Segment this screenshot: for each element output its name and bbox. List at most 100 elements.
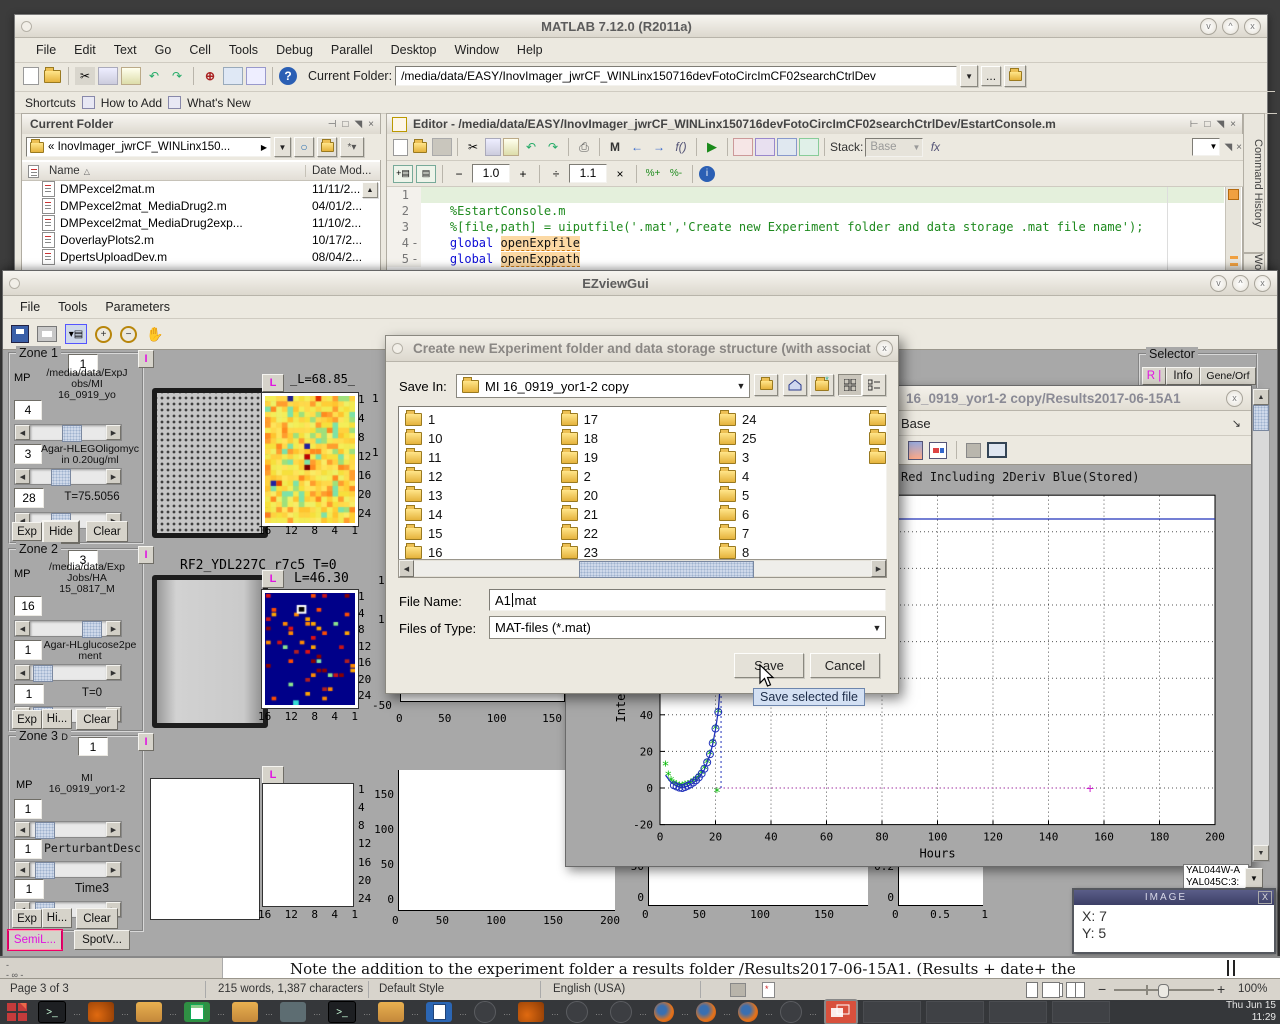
ez-titlebar[interactable]: EZviewGui v ^ x: [3, 271, 1277, 296]
copy-icon[interactable]: [98, 67, 118, 85]
zone1-media-slider[interactable]: ◀▶: [14, 468, 122, 485]
taskbar-icon-folder[interactable]: [232, 1002, 258, 1022]
pan-hand-icon[interactable]: ✋: [145, 325, 165, 343]
ez-menu-item[interactable]: File: [11, 298, 49, 316]
home-icon[interactable]: [783, 374, 807, 396]
selector-info-button[interactable]: Info: [1166, 367, 1200, 385]
step-icon[interactable]: [755, 138, 775, 156]
file-row[interactable]: DMPexcel2mat.m 11/11/2...: [22, 180, 380, 197]
zone1-hide-button[interactable]: Hide: [42, 520, 80, 544]
maximize-icon[interactable]: ^: [1222, 18, 1239, 35]
scroll-up-icon[interactable]: ▲: [1253, 389, 1269, 405]
selector-r-button[interactable]: R |: [1142, 367, 1166, 385]
gene-list-dropdown-icon[interactable]: ▼: [1245, 868, 1263, 888]
cell-icon[interactable]: ▤: [416, 165, 436, 183]
fx-insert-icon[interactable]: fx: [925, 138, 945, 156]
multi-page-view-icon[interactable]: [1042, 982, 1060, 998]
zone1-clear-button[interactable]: Clear: [86, 521, 128, 542]
resize-corner-icon[interactable]: ↘: [1232, 417, 1251, 430]
file-row[interactable]: DpertsUploadDev.m 08/04/2...: [22, 248, 380, 265]
gene-list-item[interactable]: YAL044W-A: [1186, 865, 1248, 877]
help-icon[interactable]: ?: [279, 67, 297, 85]
zoom-in-icon[interactable]: +: [1217, 981, 1225, 997]
redo-icon[interactable]: ↷: [543, 138, 563, 156]
up-folder-icon[interactable]: [1004, 65, 1026, 87]
matlab-menu-item[interactable]: Window: [445, 41, 507, 59]
grid-view-icon-active[interactable]: [838, 374, 862, 396]
taskbar-icon-sheet[interactable]: [184, 1002, 210, 1022]
path-dropdown-icon[interactable]: ▼: [960, 65, 978, 87]
breadcrumb-dropdown-icon[interactable]: ▼: [274, 137, 291, 157]
increase-icon[interactable]: +: [513, 165, 533, 183]
maximize-panel-icon[interactable]: □: [342, 119, 348, 130]
zone2-hide-button[interactable]: Hi...: [42, 709, 72, 729]
window-menu-icon[interactable]: [9, 278, 20, 289]
info-icon[interactable]: i: [699, 166, 715, 182]
up-one-level-icon[interactable]: [754, 374, 778, 396]
taskbar-icon-firefox[interactable]: [696, 1002, 716, 1022]
zone3-media-value[interactable]: 1: [14, 839, 42, 859]
document-text[interactable]: Note the addition to the experiment fold…: [290, 960, 1076, 978]
current-folder-path-input[interactable]: /media/data/EASY/InovImager_jwrCF_WINLin…: [395, 66, 957, 86]
simulink-icon[interactable]: ⊕: [200, 67, 220, 85]
copy-icon[interactable]: [485, 138, 501, 156]
cell-mode-combo[interactable]: ▼: [1192, 138, 1220, 156]
insert-cell-icon[interactable]: +▤: [393, 165, 413, 183]
shortcut-icon[interactable]: [82, 96, 95, 109]
zone3-l-button[interactable]: L: [262, 766, 284, 784]
print-icon[interactable]: [37, 326, 57, 342]
taskbar-icon-circle[interactable]: [780, 1001, 802, 1023]
new-file-icon[interactable]: [23, 67, 39, 85]
zoom-out-icon[interactable]: −: [1098, 981, 1106, 997]
folder-item-partial[interactable]: [869, 448, 886, 467]
multiply-icon[interactable]: ×: [610, 165, 630, 183]
folder-item[interactable]: 6: [719, 505, 869, 524]
zone3-clear-button[interactable]: Clear: [76, 908, 118, 929]
gear-icon[interactable]: *▾: [340, 137, 364, 157]
cut-icon[interactable]: ✂: [463, 138, 483, 156]
folder-item[interactable]: 12: [405, 467, 555, 486]
selector-gene-orf-button[interactable]: Gene/Orf: [1200, 367, 1256, 385]
taskbar-icon-matlab[interactable]: [88, 1002, 114, 1022]
taskbar-empty-slot[interactable]: [926, 1001, 984, 1023]
folder-item-partial[interactable]: [869, 410, 886, 429]
list-view-icon[interactable]: [862, 374, 886, 396]
file-name[interactable]: DMPexcel2mat_MediaDrug2.m: [55, 199, 312, 213]
browse-folder-button[interactable]: ...: [981, 66, 1001, 86]
matlab-menu-item[interactable]: File: [27, 41, 65, 59]
language-indicator[interactable]: English (USA): [553, 983, 625, 995]
close-icon[interactable]: x: [1244, 18, 1261, 35]
close-icon[interactable]: X: [1258, 891, 1272, 904]
file-row[interactable]: DMPexcel2mat_MediaDrug2.m 04/01/2...: [22, 197, 380, 214]
matlab-menu-item[interactable]: Go: [146, 41, 181, 59]
window-menu-icon[interactable]: [21, 21, 32, 32]
zone2-i-button[interactable]: I: [138, 546, 154, 564]
document-modified-icon[interactable]: *: [762, 982, 775, 998]
matlab-menu-item[interactable]: Debug: [267, 41, 322, 59]
new-file-icon[interactable]: [393, 139, 408, 156]
semilog-button[interactable]: SemiL...: [8, 930, 62, 950]
forward-icon[interactable]: →: [649, 138, 669, 156]
folder-item[interactable]: 19: [561, 448, 713, 467]
print-icon[interactable]: ⎙: [574, 138, 594, 156]
zone1-time-value[interactable]: 28: [14, 488, 44, 508]
zoom-in-icon[interactable]: +: [95, 326, 112, 343]
close-panel-icon[interactable]: ×: [1236, 142, 1242, 153]
open-icon[interactable]: [42, 67, 62, 85]
search-icon[interactable]: ○: [294, 137, 314, 157]
breadcrumb[interactable]: « InovImager_jwrCF_WINLinx150...▶: [26, 137, 271, 157]
folder-item[interactable]: 20: [561, 486, 713, 505]
zone2-mp-value[interactable]: 16: [14, 596, 42, 616]
matlab-titlebar[interactable]: MATLAB 7.12.0 (R2011a) v ^ x: [15, 15, 1267, 38]
folder-item-partial[interactable]: [869, 429, 886, 448]
guide-icon[interactable]: [223, 67, 243, 85]
whats-new-link[interactable]: What's New: [187, 96, 251, 110]
zone1-media-value[interactable]: 3: [14, 444, 42, 464]
zone3-media-slider[interactable]: ◀▶: [14, 861, 122, 878]
taskbar-icon-circle[interactable]: [610, 1001, 632, 1023]
taskbar-icon-folder[interactable]: [378, 1002, 404, 1022]
save-icon[interactable]: [11, 325, 29, 343]
file-name-input[interactable]: A1.mat: [489, 589, 886, 611]
taskbar-icon-firefox[interactable]: [738, 1002, 758, 1022]
step-out-icon[interactable]: [799, 138, 819, 156]
